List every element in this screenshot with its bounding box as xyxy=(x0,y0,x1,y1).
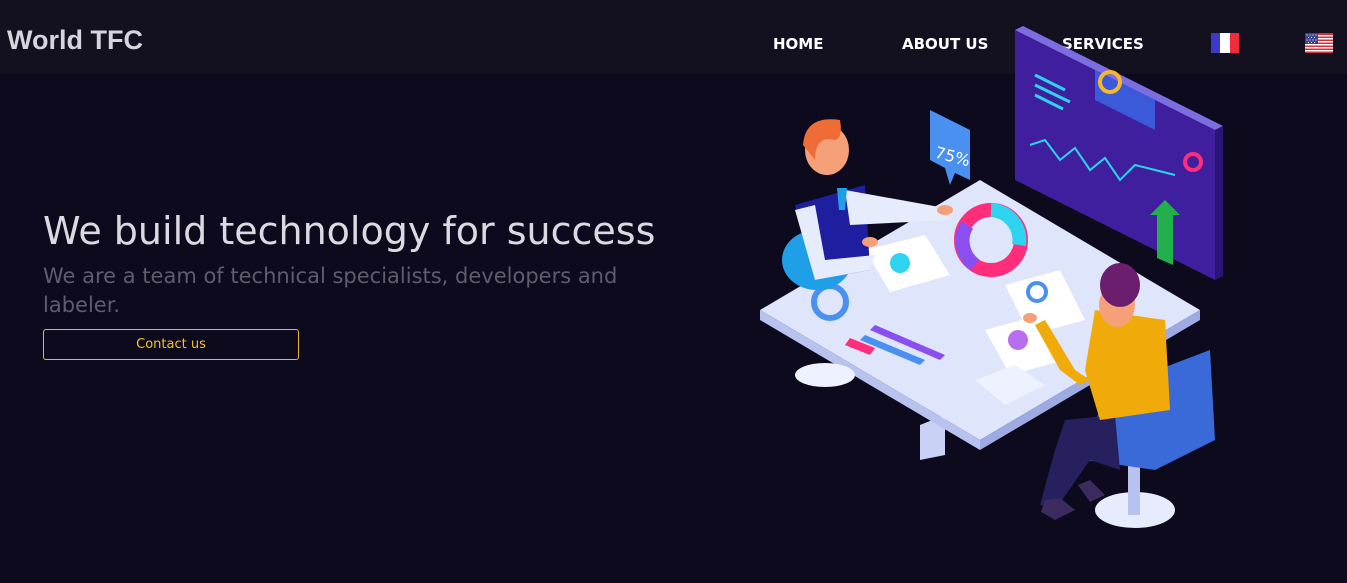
contact-us-button[interactable]: Contact us xyxy=(43,329,299,360)
hero-subtitle: We are a team of technical specialists, … xyxy=(43,264,618,317)
team-meeting-illustration: 75% xyxy=(760,26,1223,528)
brand-logo[interactable]: World TFC xyxy=(7,24,143,56)
hero-title: We build technology for success xyxy=(43,209,656,253)
percentage-badge: 75% xyxy=(930,110,972,185)
usa-flag-icon[interactable] xyxy=(1305,33,1333,53)
